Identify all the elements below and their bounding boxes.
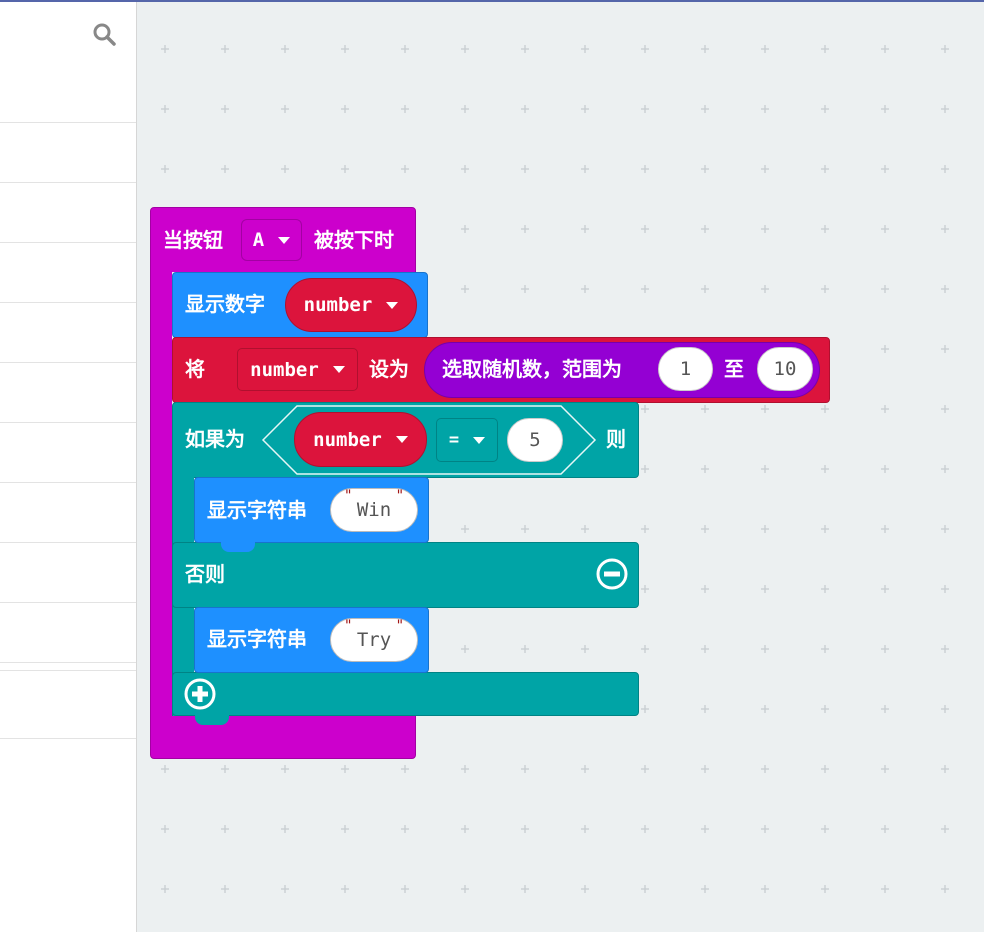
else-label: 否则 [185, 562, 225, 586]
block-connector [195, 715, 229, 725]
event-suffix-label: 被按下时 [314, 228, 394, 252]
toolbox-category-row[interactable] [0, 122, 136, 123]
compare-value: 5 [529, 429, 541, 451]
toolbox-category-row[interactable] [0, 602, 136, 603]
show-number-label: 显示数字 [185, 292, 265, 316]
set-mid-label: 设为 [369, 357, 409, 381]
toolbox-category-row[interactable] [0, 242, 136, 243]
search-icon[interactable] [92, 22, 116, 46]
chevron-down-icon [332, 366, 345, 373]
set-prefix-label: 将 [185, 357, 205, 381]
random-from-input[interactable]: 1 [658, 347, 713, 391]
toolbox-category-row[interactable] [0, 302, 136, 303]
toolbox-category-row[interactable] [0, 362, 136, 363]
string-value: Win [356, 499, 392, 521]
close-quote-icon: " [395, 618, 404, 634]
if-suffix-label: 则 [606, 427, 626, 451]
remove-else-icon[interactable] [596, 558, 628, 590]
add-else-if-icon[interactable] [184, 678, 216, 710]
variable-name: number [313, 428, 382, 451]
button-dropdown[interactable]: A [241, 219, 302, 261]
toolbox-category-row[interactable] [0, 182, 136, 183]
open-quote-icon: " [344, 618, 353, 634]
string-input-win[interactable]: " Win " [330, 488, 418, 532]
toolbox-category-row[interactable] [0, 542, 136, 543]
variable-name: number [250, 358, 319, 381]
show-string-label: 显示字符串 [207, 498, 307, 522]
close-quote-icon: " [395, 488, 404, 504]
if-prefix-label: 如果为 [185, 427, 245, 451]
string-input-try[interactable]: " Try " [330, 618, 418, 662]
button-dropdown-value: A [252, 229, 265, 251]
number-variable-dropdown[interactable]: number [285, 278, 417, 332]
show-string-label: 显示字符串 [207, 627, 307, 651]
operator-dropdown[interactable]: = [436, 418, 498, 462]
set-variable-dropdown[interactable]: number [237, 348, 358, 391]
random-to-word: 至 [724, 357, 744, 381]
event-prefix-label: 当按钮 [163, 228, 223, 252]
chevron-down-icon [278, 236, 291, 244]
string-value: Try [356, 629, 392, 651]
block-connector [221, 542, 255, 552]
if-else-block-footer[interactable] [172, 672, 639, 716]
toolbox-category-row[interactable] [0, 738, 136, 739]
toolbox-category-row[interactable] [0, 422, 136, 423]
chevron-down-icon [395, 436, 408, 443]
toolbox-category-row[interactable] [0, 482, 136, 483]
chevron-down-icon [473, 436, 486, 444]
variable-name: number [303, 294, 373, 316]
compare-value-input[interactable]: 5 [507, 418, 563, 462]
toolbox-category-row[interactable] [0, 670, 136, 671]
toolbox-category-row[interactable] [0, 662, 136, 663]
open-quote-icon: " [344, 488, 353, 504]
random-to-value: 10 [773, 358, 797, 380]
toolbox-sidebar [0, 2, 137, 932]
random-from-value: 1 [679, 358, 692, 380]
random-to-input[interactable]: 10 [757, 347, 813, 391]
chevron-down-icon [386, 301, 399, 309]
pick-random-label: 选取随机数，范围为 [442, 357, 622, 381]
compare-variable-dropdown[interactable]: number [294, 412, 427, 467]
operator-value: = [448, 430, 460, 450]
